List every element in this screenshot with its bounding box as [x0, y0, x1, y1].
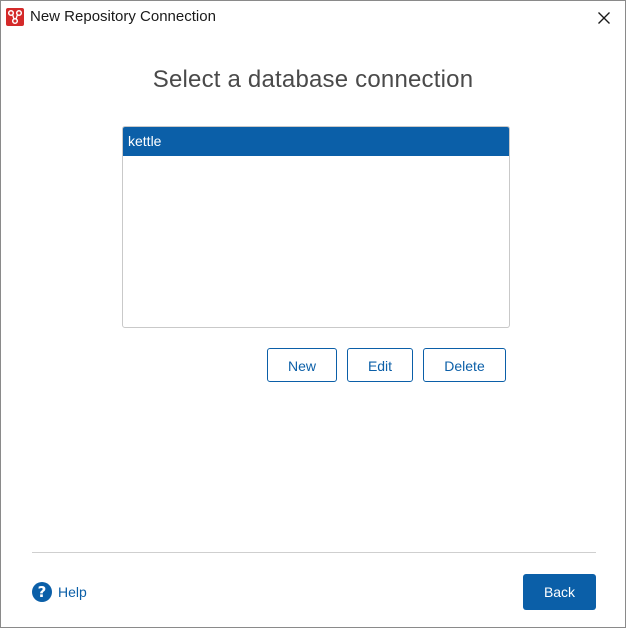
back-button[interactable]: Back — [523, 574, 596, 610]
question-circle-icon: ? — [32, 582, 52, 602]
title-bar: New Repository Connection — [1, 1, 625, 34]
window-title: New Repository Connection — [30, 8, 216, 25]
help-link[interactable]: ? Help — [32, 581, 87, 603]
edit-button[interactable]: Edit — [347, 348, 413, 382]
list-item[interactable]: kettle — [123, 127, 509, 156]
footer-divider — [32, 552, 596, 553]
delete-button[interactable]: Delete — [423, 348, 506, 382]
dialog-window: New Repository Connection Select a datab… — [0, 0, 626, 628]
new-button[interactable]: New — [267, 348, 337, 382]
help-label: Help — [58, 584, 87, 600]
close-button[interactable] — [589, 5, 619, 31]
connection-list[interactable]: kettle — [122, 126, 510, 328]
pentaho-app-icon — [6, 8, 24, 26]
close-icon — [598, 12, 610, 24]
page-title: Select a database connection — [152, 66, 474, 93]
